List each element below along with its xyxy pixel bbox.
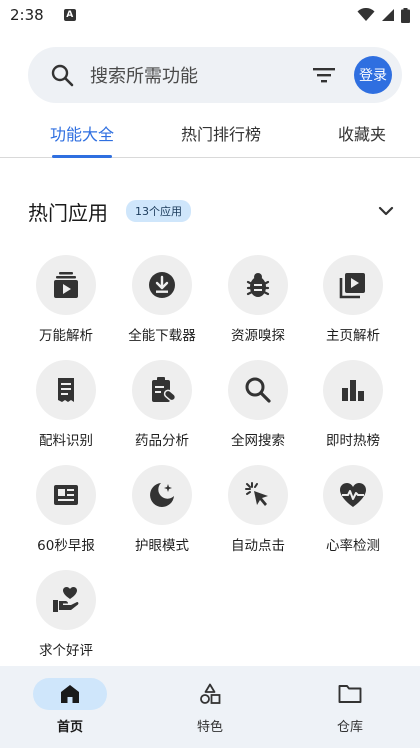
- app-label: 资源嗅探: [231, 328, 285, 344]
- search-bar[interactable]: 搜索所需功能 登录: [28, 47, 402, 103]
- status-bar: 2:38 A: [0, 0, 420, 30]
- nav-label: 特色: [196, 720, 223, 735]
- download-circle-icon: [149, 272, 175, 298]
- section-header: 热门应用 13个应用: [28, 193, 398, 229]
- app-icon-bg: [228, 465, 288, 525]
- app-item[interactable]: 全能下载器: [122, 255, 202, 359]
- nav-label: 仓库: [336, 720, 363, 735]
- app-icon-bg: [132, 465, 192, 525]
- app-icon-bg: [36, 255, 96, 315]
- newspaper-icon: [54, 485, 78, 505]
- app-label: 配料识别: [39, 433, 93, 449]
- bottom-nav: 首页 特色 仓库: [0, 666, 420, 748]
- search-input[interactable]: 搜索所需功能: [90, 62, 310, 88]
- app-icon-bg: [228, 360, 288, 420]
- app-icon-bg: [228, 255, 288, 315]
- app-item[interactable]: 资源嗅探: [218, 255, 298, 359]
- tab-all-functions[interactable]: 功能大全: [32, 108, 132, 158]
- tab-hot-ranking[interactable]: 热门排行榜: [160, 108, 282, 158]
- clipboard-pill-icon: [152, 377, 177, 402]
- app-icon-bg: [36, 360, 96, 420]
- section-title: 热门应用: [28, 200, 108, 225]
- chevron-down-icon: [378, 206, 394, 216]
- home-icon: [61, 685, 79, 703]
- app-icon-bg: [323, 465, 383, 525]
- app-label: 护眼模式: [135, 538, 189, 554]
- app-icon-bg: [36, 570, 96, 630]
- nav-pill: [173, 678, 247, 710]
- app-label: 药品分析: [135, 433, 189, 449]
- filter-icon: [313, 68, 335, 83]
- app-count-badge: 13个应用: [126, 200, 191, 222]
- nav-pill: [33, 678, 107, 710]
- tab-bar: 功能大全 热门排行榜 收藏夹: [0, 108, 420, 158]
- wifi-icon: [357, 8, 375, 21]
- app-item[interactable]: 全网搜索: [218, 360, 298, 464]
- hand-heart-icon: [53, 587, 79, 612]
- app-item[interactable]: 即时热榜: [313, 360, 393, 464]
- notification-icon: A: [63, 9, 76, 21]
- tab-indicator: [52, 155, 112, 158]
- layers-play-icon: [54, 272, 78, 298]
- app-label: 60秒早报: [37, 538, 95, 554]
- app-icon-bg: [132, 255, 192, 315]
- nav-item-repository[interactable]: 仓库: [280, 666, 420, 748]
- folder-icon: [338, 685, 362, 703]
- app-item[interactable]: 配料识别: [26, 360, 106, 464]
- app-label: 自动点击: [231, 538, 285, 554]
- app-icon-bg: [323, 255, 383, 315]
- app-label: 全网搜索: [231, 433, 285, 449]
- app-icon-bg: [132, 360, 192, 420]
- status-time: 2:38: [10, 6, 44, 24]
- search-icon: [245, 377, 271, 403]
- bug-icon: [246, 273, 270, 297]
- app-item[interactable]: 万能解析: [26, 255, 106, 359]
- signal-icon: [382, 9, 394, 21]
- heart-pulse-icon: [340, 483, 366, 507]
- app-item[interactable]: 主页解析: [313, 255, 393, 359]
- video-library-icon: [339, 273, 365, 299]
- app-label: 全能下载器: [128, 328, 196, 344]
- app-label: 心率检测: [326, 538, 380, 554]
- nav-label: 首页: [56, 720, 83, 735]
- cursor-click-icon: [245, 482, 268, 506]
- search-icon: [51, 64, 74, 87]
- status-icons: [357, 7, 410, 23]
- app-item[interactable]: 自动点击: [218, 465, 298, 569]
- app-item[interactable]: 心率检测: [313, 465, 393, 569]
- bar-chart-icon: [342, 380, 364, 401]
- receipt-icon: [58, 378, 74, 402]
- login-button[interactable]: 登录: [354, 56, 392, 94]
- filter-button[interactable]: [310, 61, 338, 89]
- moon-stars-icon: [150, 483, 174, 507]
- app-label: 万能解析: [39, 328, 93, 344]
- app-icon-bg: [36, 465, 96, 525]
- app-item[interactable]: 求个好评: [26, 570, 106, 674]
- app-label: 求个好评: [39, 643, 93, 659]
- tab-favorites[interactable]: 收藏夹: [320, 108, 404, 158]
- nav-item-featured[interactable]: 特色: [140, 666, 280, 748]
- nav-pill: [313, 678, 387, 710]
- app-label: 即时热榜: [326, 433, 380, 449]
- app-icon-bg: [323, 360, 383, 420]
- app-item[interactable]: 护眼模式: [122, 465, 202, 569]
- app-item[interactable]: 60秒早报: [26, 465, 106, 569]
- battery-icon: [401, 7, 410, 23]
- app-item[interactable]: 药品分析: [122, 360, 202, 464]
- expand-button[interactable]: [374, 199, 398, 223]
- nav-item-home[interactable]: 首页: [0, 666, 140, 748]
- app-label: 主页解析: [326, 328, 380, 344]
- shapes-icon: [200, 683, 221, 704]
